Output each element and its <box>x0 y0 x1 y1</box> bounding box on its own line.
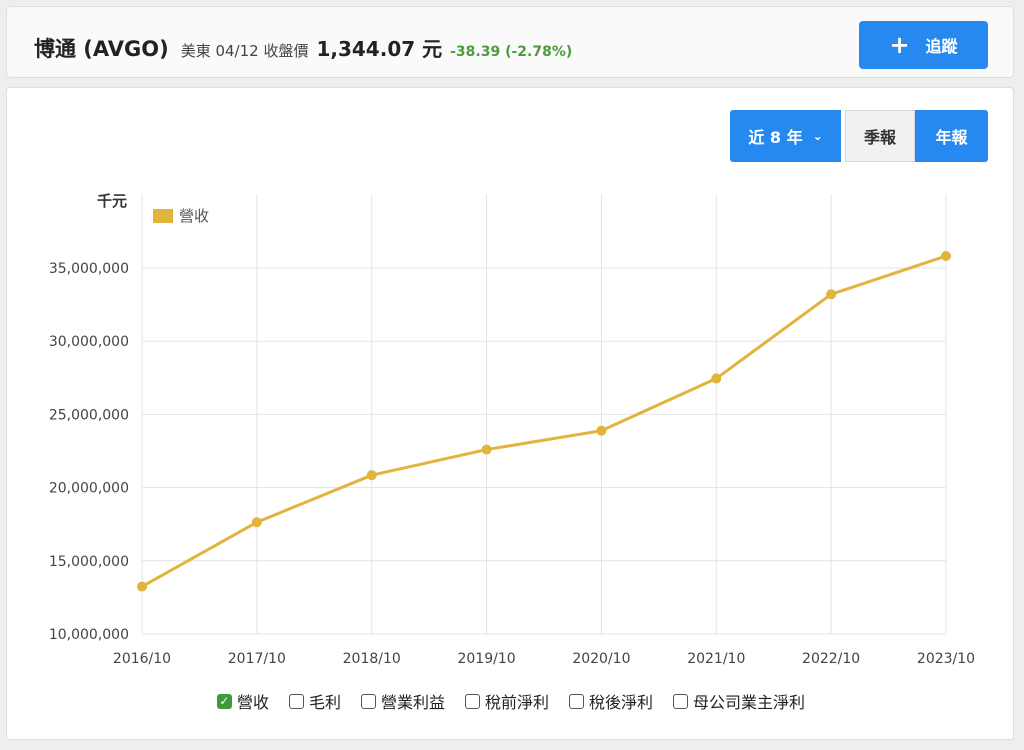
checkbox-icon[interactable] <box>569 693 585 709</box>
checkbox-checked-icon[interactable]: ✓ <box>216 693 232 709</box>
data-point <box>137 581 147 592</box>
toggle-label: 營收 <box>236 693 269 712</box>
revenue-chart: 10,000,000 15,000,000 20,000,000 25,000,000… <box>49 192 975 667</box>
x-tick-label: 2022/10 <box>802 651 860 667</box>
plus-icon: + <box>889 31 910 59</box>
legend-label: 營收 <box>179 207 209 225</box>
checkbox-icon[interactable] <box>360 693 376 709</box>
y-tick-label: 35,000,000 <box>49 261 129 277</box>
series-toggle[interactable]: 稅前淨利 <box>465 689 549 713</box>
x-tick-label: 2017/10 <box>228 651 286 667</box>
legend-swatch <box>153 209 173 223</box>
stock-name: 博通 (AVGO) <box>34 37 169 61</box>
price-change: -38.39 (-2.78%) <box>450 44 573 60</box>
toggle-label: 毛利 <box>308 693 341 712</box>
series-toggle[interactable]: 營業利益 <box>360 689 445 713</box>
y-tick-label: 20,000,000 <box>49 481 129 497</box>
close-price: 1,344.07 元 <box>316 37 443 61</box>
y-unit-label: 千元 <box>97 192 127 210</box>
toggle-label: 母公司業主淨利 <box>693 693 806 712</box>
x-tick-label: 2016/10 <box>113 651 171 667</box>
follow-button[interactable]: + 追蹤 <box>859 21 988 69</box>
series-toggle[interactable]: 稅後淨利 <box>569 689 653 713</box>
data-point <box>481 444 492 455</box>
chart-card: 近 8 年 ⌄ 季報 年報 10,000,000 15,000,000 20,000… <box>6 87 1014 740</box>
series-toggles: ✓ 營收 毛利 營業利益 稅前淨利 稅後淨利 母公司業主淨利 <box>7 689 1015 713</box>
x-tick-label: 2020/10 <box>572 651 630 667</box>
checkbox-icon[interactable] <box>288 693 304 709</box>
stock-header: 博通 (AVGO) 美東 04/12 收盤價 1,344.07 元 -38.39… <box>6 6 1014 78</box>
toggle-label: 稅前淨利 <box>485 693 550 712</box>
series-toggle[interactable]: 母公司業主淨利 <box>673 689 805 713</box>
stock-summary: 博通 (AVGO) 美東 04/12 收盤價 1,344.07 元 -38.39… <box>34 33 572 63</box>
x-tick-label: 2019/10 <box>457 651 515 667</box>
x-tick-label: 2023/10 <box>917 651 975 667</box>
series-line <box>141 254 947 588</box>
data-point <box>941 251 951 262</box>
checkbox-icon[interactable] <box>465 693 480 709</box>
follow-label: 追蹤 <box>925 37 958 56</box>
x-tick-label: 2021/10 <box>687 651 745 667</box>
data-point <box>711 373 722 384</box>
y-tick-label: 30,000,000 <box>49 334 129 350</box>
y-tick-label: 10,000,000 <box>49 627 129 643</box>
toggle-label: 稅後淨利 <box>589 693 654 712</box>
x-tick-label: 2018/10 <box>343 651 401 667</box>
data-point <box>826 289 837 300</box>
toggle-label: 營業利益 <box>380 693 445 712</box>
data-point <box>596 425 607 436</box>
y-tick-label: 15,000,000 <box>49 554 129 570</box>
y-tick-label: 25,000,000 <box>49 407 129 423</box>
series-toggle[interactable]: ✓ 營收 <box>216 689 269 713</box>
data-point <box>366 470 377 481</box>
series-toggle[interactable]: 毛利 <box>288 689 341 713</box>
checkbox-icon[interactable] <box>673 693 689 709</box>
market-date: 美東 04/12 收盤價 <box>180 42 309 60</box>
data-point <box>251 517 262 528</box>
